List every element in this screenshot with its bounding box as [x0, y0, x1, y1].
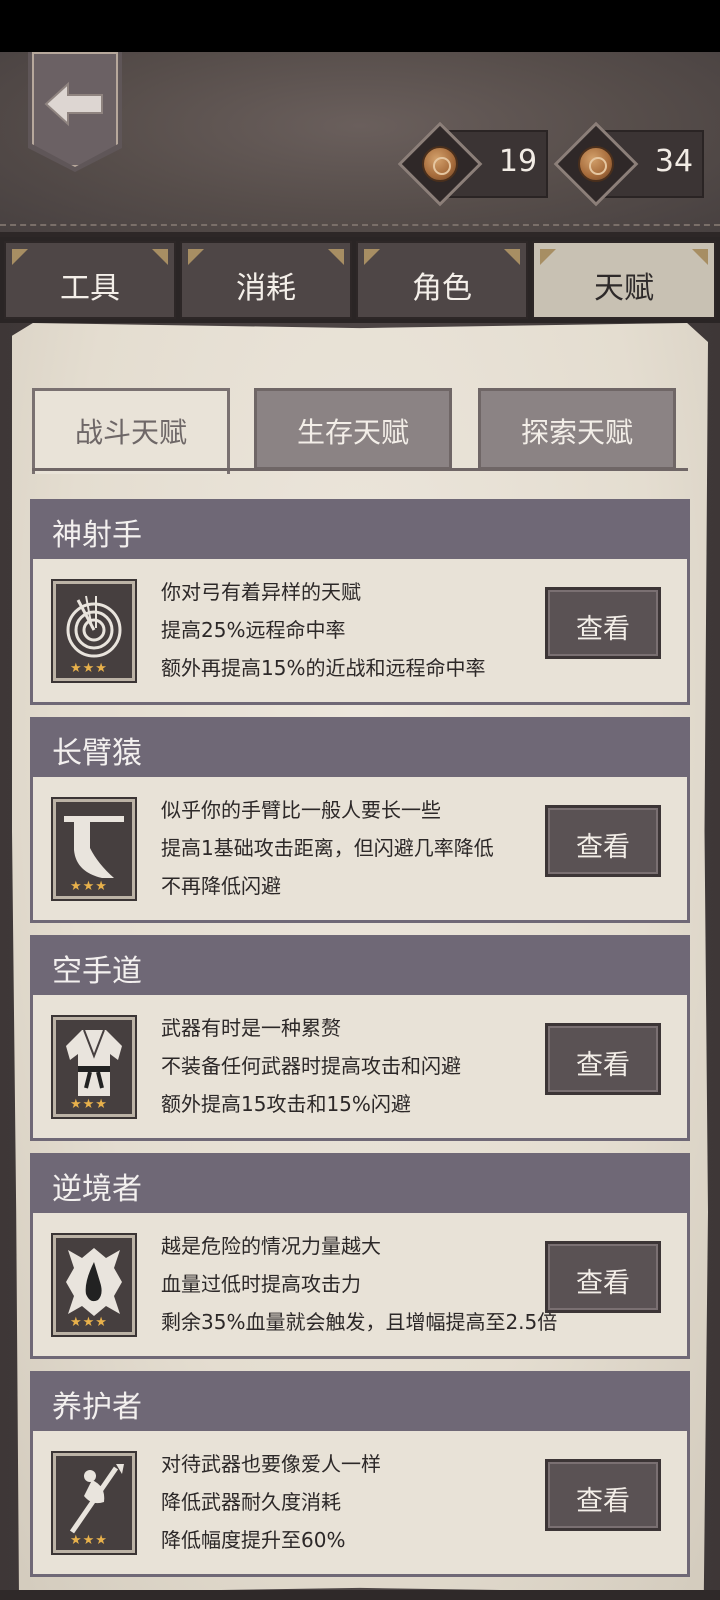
- talent-title: 长臂猿: [52, 736, 142, 771]
- description-line: 越是危险的情况力量越大: [161, 1234, 381, 1258]
- currency-2[interactable]: 34: [553, 121, 706, 207]
- description-line: 不装备任何武器时提高攻击和闪避: [161, 1054, 461, 1078]
- talent-description: 越是危险的情况力量越大 血量过低时提高攻击力 剩余35%血量就会触发，且增幅提高…: [161, 1227, 558, 1341]
- star-rating: ★★★: [70, 1315, 108, 1330]
- description-line: 额外提高15攻击和15%闪避: [161, 1092, 411, 1116]
- subtab-underline: [32, 468, 688, 471]
- talent-description: 似乎你的手臂比一般人要长一些 提高1基础攻击距离，但闪避几率降低 不再降低闪避: [161, 791, 551, 905]
- status-bar: [0, 0, 720, 52]
- talent-icon-frame: ★★★: [53, 581, 135, 681]
- talent-card-header: 长臂猿: [30, 717, 690, 777]
- description-line: 提高25%远程命中率: [161, 618, 346, 642]
- view-button-label: 查看: [576, 832, 630, 863]
- description-line: 对待武器也要像爱人一样: [161, 1452, 381, 1476]
- view-button[interactable]: 查看: [545, 587, 661, 659]
- subtab-combat-talents[interactable]: 战斗天赋: [32, 388, 230, 474]
- subtab-survival-talents[interactable]: 生存天赋: [254, 388, 452, 470]
- tab-consumables[interactable]: 消耗: [180, 241, 352, 319]
- talent-card: 逆境者 ★★★ 越是危险的情况力量越大 血量过低时提高攻击力 剩余35%血量就会…: [30, 1153, 690, 1359]
- blood-drop-icon: [66, 1248, 122, 1316]
- description-line: 降低武器耐久度消耗: [161, 1490, 341, 1514]
- description-line: 额外再提高15%的近战和远程命中率: [161, 656, 486, 680]
- stitch-divider: [0, 224, 720, 228]
- talent-icon-frame: ★★★: [53, 799, 135, 899]
- tab-label: 角色: [412, 271, 472, 306]
- talent-description: 你对弓有着异样的天赋 提高25%远程命中率 额外再提高15%的近战和远程命中率: [161, 573, 551, 687]
- star-rating: ★★★: [70, 1533, 108, 1548]
- view-button-label: 查看: [576, 1486, 630, 1517]
- back-button[interactable]: [28, 52, 122, 172]
- talent-card-header: 神射手: [30, 499, 690, 559]
- view-button-label: 查看: [576, 1268, 630, 1299]
- tab-label: 工具: [60, 271, 120, 306]
- subtab-label: 生存天赋: [296, 416, 409, 449]
- talent-description: 对待武器也要像爱人一样 降低武器耐久度消耗 降低幅度提升至60%: [161, 1445, 551, 1559]
- currency-value: 19: [498, 144, 538, 179]
- talent-card: 长臂猿 ★★★ 似乎你的手臂比一般人要长一些 提高1基础攻击距离，但闪避几率降低…: [30, 717, 690, 923]
- talent-card-header: 逆境者: [30, 1153, 690, 1213]
- talent-title: 逆境者: [52, 1172, 142, 1207]
- star-rating: ★★★: [70, 661, 108, 676]
- talent-title: 空手道: [52, 954, 142, 989]
- view-button[interactable]: 查看: [545, 1459, 661, 1531]
- talent-card: 养护者 ★★★ 对待武器也要像爱人一样 降低武器耐久度消耗 降低幅度提升至60%…: [30, 1371, 690, 1577]
- talent-card-body: ★★★ 越是危险的情况力量越大 血量过低时提高攻击力 剩余35%血量就会触发，且…: [30, 1213, 690, 1359]
- talent-card-body: ★★★ 对待武器也要像爱人一样 降低武器耐久度消耗 降低幅度提升至60% 查看: [30, 1431, 690, 1577]
- view-button[interactable]: 查看: [545, 805, 661, 877]
- view-button[interactable]: 查看: [545, 1023, 661, 1095]
- star-rating: ★★★: [70, 1097, 108, 1112]
- talent-title: 神射手: [52, 518, 142, 553]
- talent-card-body: ★★★ 你对弓有着异样的天赋 提高25%远程命中率 额外再提高15%的近战和远程…: [30, 559, 690, 705]
- back-arrow-icon: [44, 81, 103, 127]
- description-line: 剩余35%血量就会触发，且增幅提高至2.5倍: [161, 1310, 558, 1334]
- description-line: 提高1基础攻击距离，但闪避几率降低: [161, 836, 494, 860]
- subtab-label: 探索天赋: [520, 416, 633, 449]
- subtab-label: 战斗天赋: [74, 416, 187, 449]
- view-button-label: 查看: [576, 1050, 630, 1081]
- subtab-exploration-talents[interactable]: 探索天赋: [478, 388, 676, 470]
- talent-card: 空手道 ★★★ 武器有时是一种累赘 不装备任何武器时提高攻击和闪避 额外提高15…: [30, 935, 690, 1141]
- tab-label: 消耗: [236, 271, 296, 306]
- category-tab-bar: 工具 消耗 角色 天赋: [0, 237, 720, 323]
- description-line: 血量过低时提高攻击力: [161, 1272, 361, 1296]
- description-line: 降低幅度提升至60%: [161, 1528, 346, 1552]
- talent-title: 养护者: [52, 1390, 142, 1425]
- description-line: 你对弓有着异样的天赋: [161, 580, 361, 604]
- talent-description: 武器有时是一种累赘 不装备任何武器时提高攻击和闪避 额外提高15攻击和15%闪避: [161, 1009, 551, 1123]
- talent-card-header: 养护者: [30, 1371, 690, 1431]
- talent-icon-frame: ★★★: [53, 1453, 135, 1553]
- talent-card: 神射手 ★★★ 你对弓有着异样的天赋 提高25%远程命中率 额外再提高15%的近…: [30, 499, 690, 705]
- currency-value: 34: [654, 144, 694, 179]
- coin-icon: [578, 146, 614, 182]
- karate-gi-icon: [66, 1029, 122, 1096]
- description-line: 似乎你的手臂比一般人要长一些: [161, 798, 441, 822]
- spear-care-icon: [69, 1464, 124, 1534]
- star-rating: ★★★: [70, 879, 108, 894]
- view-button[interactable]: 查看: [545, 1241, 661, 1313]
- tab-tools[interactable]: 工具: [4, 241, 176, 319]
- talent-icon-frame: ★★★: [53, 1235, 135, 1335]
- tab-label: 天赋: [594, 271, 654, 306]
- talent-card-header: 空手道: [30, 935, 690, 995]
- description-line: 不再降低闪避: [161, 874, 281, 898]
- view-button-label: 查看: [576, 614, 630, 645]
- bottom-frame: [0, 1590, 720, 1600]
- talent-card-body: ★★★ 似乎你的手臂比一般人要长一些 提高1基础攻击距离，但闪避几率降低 不再降…: [30, 777, 690, 923]
- description-line: 武器有时是一种累赘: [161, 1016, 341, 1040]
- talent-card-body: ★★★ 武器有时是一种累赘 不装备任何武器时提高攻击和闪避 额外提高15攻击和1…: [30, 995, 690, 1141]
- target-arrow-icon: [66, 595, 122, 658]
- long-arm-icon: [64, 816, 124, 878]
- coin-icon: [422, 146, 458, 182]
- talent-icon-frame: ★★★: [53, 1017, 135, 1117]
- tab-character[interactable]: 角色: [356, 241, 528, 319]
- currency-1[interactable]: 19: [397, 121, 550, 207]
- tab-talents[interactable]: 天赋: [532, 241, 716, 319]
